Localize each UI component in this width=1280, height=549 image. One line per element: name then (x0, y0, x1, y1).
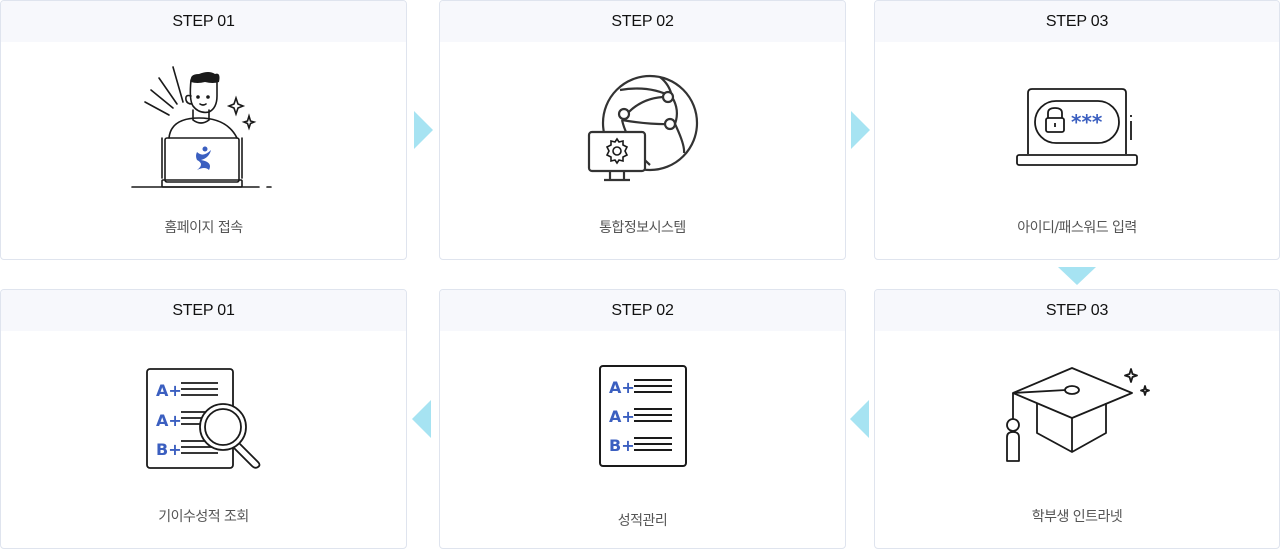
grade-text: A+ (609, 378, 635, 397)
person-laptop-icon (1, 57, 406, 197)
step-card-integrated-system: STEP 02 통합정보시스템 (439, 0, 846, 260)
step-card-intranet: STEP 03 학부생 인트라넷 (874, 289, 1280, 549)
grade-text: A+ (609, 407, 635, 426)
step-number: STEP 02 (440, 1, 845, 42)
step-number: STEP 01 (1, 1, 406, 42)
step-label: 성적관리 (617, 513, 668, 529)
grade-text: A+ (156, 381, 182, 400)
globe-network-monitor-icon (440, 57, 845, 197)
grade-text: B+ (156, 440, 182, 459)
arrow-right-icon (414, 111, 433, 149)
step-number: STEP 02 (440, 290, 845, 331)
grade-text: B+ (609, 436, 635, 455)
step-label: 홈페이지 접속 (164, 220, 243, 236)
arrow-right-icon (851, 111, 870, 149)
grade-report-icon: A+ A+ B+ (440, 346, 845, 486)
step-label: 학부생 인트라넷 (1031, 509, 1123, 525)
arrow-down-icon (1058, 267, 1096, 285)
step-label: 아이디/패스워드 입력 (1017, 220, 1137, 236)
step-card-grade-inquiry: STEP 01 A+ A+ B+ 기이수성적 조회 (0, 289, 407, 549)
step-number: STEP 03 (875, 1, 1279, 42)
step-card-homepage: STEP 01 홈페이지 접속 (0, 0, 407, 260)
password-mask: *** (1071, 110, 1103, 134)
grade-report-search-icon: A+ A+ B+ (1, 346, 406, 486)
step-number: STEP 03 (875, 290, 1279, 331)
grade-text: A+ (156, 411, 182, 430)
step-card-grade-management: STEP 02 A+ A+ B+ 성적관리 (439, 289, 846, 549)
arrow-left-icon (412, 400, 431, 438)
step-number: STEP 01 (1, 290, 406, 331)
laptop-password-icon: *** (875, 57, 1279, 197)
step-label: 기이수성적 조회 (158, 509, 249, 525)
arrow-left-icon (850, 400, 869, 438)
graduation-cap-icon (875, 346, 1279, 486)
step-card-login: STEP 03 *** 아이디/패스워드 입력 (874, 0, 1280, 260)
step-label: 통합정보시스템 (599, 220, 686, 236)
